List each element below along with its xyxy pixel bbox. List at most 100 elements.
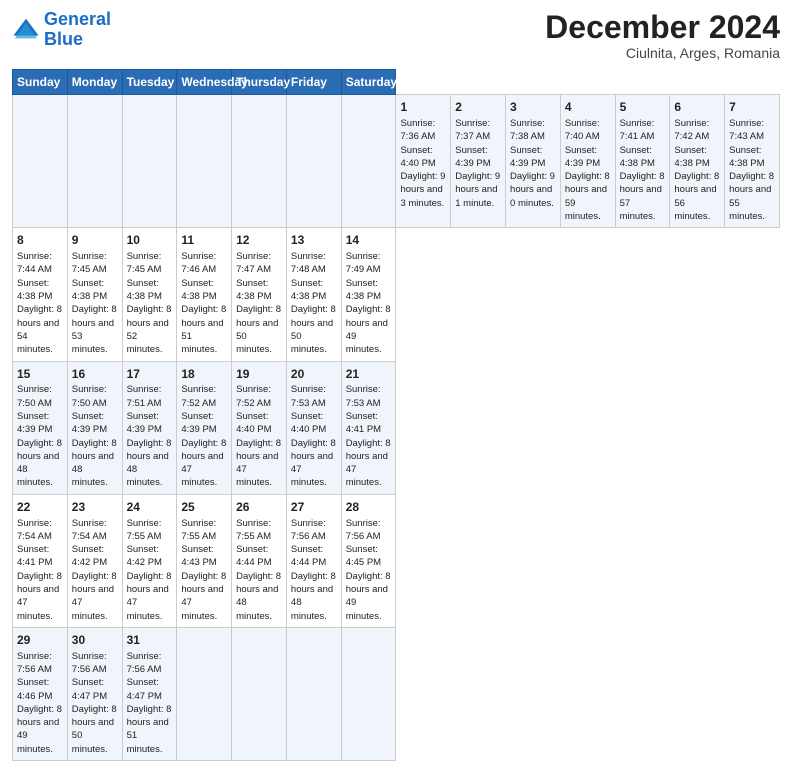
- day-number: 31: [127, 632, 173, 649]
- sunrise: Sunrise: 7:53 AM: [291, 384, 326, 408]
- day-number: 29: [17, 632, 63, 649]
- day-number: 27: [291, 499, 337, 516]
- calendar-table: Sunday Monday Tuesday Wednesday Thursday…: [12, 69, 780, 761]
- daylight: Daylight: 8 hours and 49 minutes.: [17, 704, 62, 755]
- day-cell: 15Sunrise: 7:50 AMSunset: 4:39 PMDayligh…: [13, 361, 68, 494]
- sunrise: Sunrise: 7:56 AM: [346, 518, 381, 542]
- day-cell: 23Sunrise: 7:54 AMSunset: 4:42 PMDayligh…: [67, 494, 122, 627]
- sunset: Sunset: 4:38 PM: [346, 278, 381, 302]
- day-cell: 3Sunrise: 7:38 AMSunset: 4:39 PMDaylight…: [506, 95, 561, 228]
- day-cell: 22Sunrise: 7:54 AMSunset: 4:41 PMDayligh…: [13, 494, 68, 627]
- sunset: Sunset: 4:38 PM: [72, 278, 107, 302]
- sunset: Sunset: 4:40 PM: [291, 411, 326, 435]
- sunrise: Sunrise: 7:53 AM: [346, 384, 381, 408]
- sunset: Sunset: 4:38 PM: [17, 278, 52, 302]
- day-cell: 9Sunrise: 7:45 AMSunset: 4:38 PMDaylight…: [67, 228, 122, 361]
- day-cell: 31Sunrise: 7:56 AMSunset: 4:47 PMDayligh…: [122, 627, 177, 760]
- daylight: Daylight: 8 hours and 47 minutes.: [346, 438, 391, 489]
- sunrise: Sunrise: 7:40 AM: [565, 118, 600, 142]
- daylight: Daylight: 8 hours and 56 minutes.: [674, 171, 719, 222]
- sunset: Sunset: 4:43 PM: [181, 544, 216, 568]
- sunset: Sunset: 4:38 PM: [127, 278, 162, 302]
- sunset: Sunset: 4:44 PM: [236, 544, 271, 568]
- day-number: 26: [236, 499, 282, 516]
- sunrise: Sunrise: 7:54 AM: [17, 518, 52, 542]
- day-cell: 7Sunrise: 7:43 AMSunset: 4:38 PMDaylight…: [725, 95, 780, 228]
- day-cell: 6Sunrise: 7:42 AMSunset: 4:38 PMDaylight…: [670, 95, 725, 228]
- daylight: Daylight: 8 hours and 59 minutes.: [565, 171, 610, 222]
- sunrise: Sunrise: 7:50 AM: [72, 384, 107, 408]
- daylight: Daylight: 8 hours and 52 minutes.: [127, 304, 172, 355]
- day-cell: [232, 627, 287, 760]
- day-cell: 1Sunrise: 7:36 AMSunset: 4:40 PMDaylight…: [396, 95, 451, 228]
- sunrise: Sunrise: 7:56 AM: [17, 651, 52, 675]
- daylight: Daylight: 8 hours and 48 minutes.: [17, 438, 62, 489]
- day-cell: 11Sunrise: 7:46 AMSunset: 4:38 PMDayligh…: [177, 228, 232, 361]
- day-number: 24: [127, 499, 173, 516]
- daylight: Daylight: 8 hours and 49 minutes.: [346, 304, 391, 355]
- day-cell: 18Sunrise: 7:52 AMSunset: 4:39 PMDayligh…: [177, 361, 232, 494]
- day-cell: 21Sunrise: 7:53 AMSunset: 4:41 PMDayligh…: [341, 361, 396, 494]
- sunset: Sunset: 4:46 PM: [17, 677, 52, 701]
- day-number: 8: [17, 232, 63, 249]
- day-cell: 8Sunrise: 7:44 AMSunset: 4:38 PMDaylight…: [13, 228, 68, 361]
- daylight: Daylight: 9 hours and 3 minutes.: [400, 171, 445, 209]
- page-container: General Blue December 2024 Ciulnita, Arg…: [0, 0, 792, 769]
- sunrise: Sunrise: 7:56 AM: [127, 651, 162, 675]
- sunrise: Sunrise: 7:45 AM: [127, 251, 162, 275]
- sunrise: Sunrise: 7:52 AM: [236, 384, 271, 408]
- daylight: Daylight: 8 hours and 47 minutes.: [236, 438, 281, 489]
- daylight: Daylight: 8 hours and 53 minutes.: [72, 304, 117, 355]
- day-number: 6: [674, 99, 720, 116]
- sunrise: Sunrise: 7:52 AM: [181, 384, 216, 408]
- day-cell: [341, 95, 396, 228]
- day-number: 4: [565, 99, 611, 116]
- sunrise: Sunrise: 7:43 AM: [729, 118, 764, 142]
- day-number: 10: [127, 232, 173, 249]
- day-number: 21: [346, 366, 392, 383]
- day-cell: 12Sunrise: 7:47 AMSunset: 4:38 PMDayligh…: [232, 228, 287, 361]
- sunset: Sunset: 4:38 PM: [291, 278, 326, 302]
- daylight: Daylight: 8 hours and 50 minutes.: [236, 304, 281, 355]
- day-number: 23: [72, 499, 118, 516]
- day-cell: 30Sunrise: 7:56 AMSunset: 4:47 PMDayligh…: [67, 627, 122, 760]
- day-cell: 20Sunrise: 7:53 AMSunset: 4:40 PMDayligh…: [286, 361, 341, 494]
- calendar-subtitle: Ciulnita, Arges, Romania: [545, 45, 780, 61]
- day-cell: [286, 627, 341, 760]
- sunset: Sunset: 4:45 PM: [346, 544, 381, 568]
- day-cell: [67, 95, 122, 228]
- day-number: 11: [181, 232, 227, 249]
- sunset: Sunset: 4:42 PM: [127, 544, 162, 568]
- day-number: 13: [291, 232, 337, 249]
- sunset: Sunset: 4:39 PM: [455, 145, 490, 169]
- day-cell: 4 Sunrise: 7:40 AM Sunset: 4:39 PMDaylight…: [560, 95, 615, 228]
- sunrise: Sunrise: 7:55 AM: [127, 518, 162, 542]
- sunrise: Sunrise: 7:55 AM: [236, 518, 271, 542]
- day-cell: 27Sunrise: 7:56 AMSunset: 4:44 PMDayligh…: [286, 494, 341, 627]
- daylight: Daylight: 8 hours and 48 minutes.: [291, 571, 336, 622]
- daylight: Daylight: 8 hours and 47 minutes.: [72, 571, 117, 622]
- sunset: Sunset: 4:39 PM: [72, 411, 107, 435]
- sunset: Sunset: 4:40 PM: [400, 145, 435, 169]
- day-number: 3: [510, 99, 556, 116]
- col-wednesday: Wednesday: [177, 70, 232, 95]
- day-cell: [177, 95, 232, 228]
- day-number: 16: [72, 366, 118, 383]
- header: General Blue December 2024 Ciulnita, Arg…: [12, 10, 780, 61]
- day-cell: 25Sunrise: 7:55 AMSunset: 4:43 PMDayligh…: [177, 494, 232, 627]
- daylight: Daylight: 8 hours and 49 minutes.: [346, 571, 391, 622]
- daylight: Daylight: 8 hours and 51 minutes.: [181, 304, 226, 355]
- day-number: 1: [400, 99, 446, 116]
- day-number: 20: [291, 366, 337, 383]
- sunset: Sunset: 4:38 PM: [729, 145, 764, 169]
- day-cell: [286, 95, 341, 228]
- col-tuesday: Tuesday: [122, 70, 177, 95]
- day-number: 17: [127, 366, 173, 383]
- calendar-title: December 2024: [545, 10, 780, 45]
- daylight: Daylight: 8 hours and 47 minutes.: [181, 571, 226, 622]
- sunset: Sunset: 4:39 PM: [565, 145, 600, 169]
- sunrise: Sunrise: 7:38 AM: [510, 118, 545, 142]
- sunset: Sunset: 4:39 PM: [127, 411, 162, 435]
- col-monday: Monday: [67, 70, 122, 95]
- week-row-2: 15Sunrise: 7:50 AMSunset: 4:39 PMDayligh…: [13, 361, 780, 494]
